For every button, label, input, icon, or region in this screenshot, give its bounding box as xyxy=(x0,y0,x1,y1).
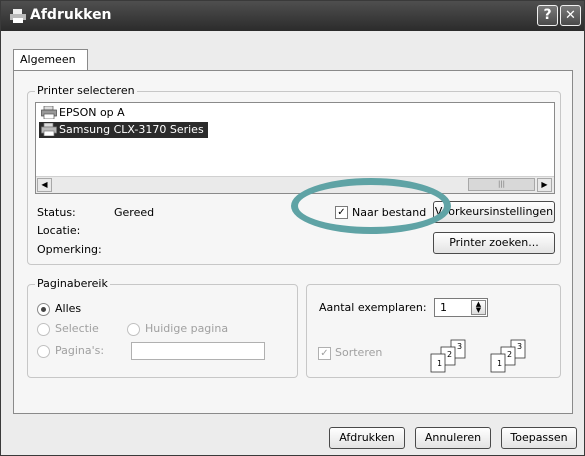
printer-icon xyxy=(41,106,57,119)
printer-item[interactable]: EPSON op A xyxy=(39,105,125,121)
status-value: Gereed xyxy=(114,206,155,219)
svg-text:2: 2 xyxy=(507,350,512,359)
copies-spinner[interactable]: 1 ▲ ▼ xyxy=(434,298,488,317)
svg-text:2: 2 xyxy=(447,350,452,359)
horizontal-scrollbar[interactable]: ◀ ||| ▶ xyxy=(36,176,554,193)
radio-current-page-label[interactable]: Huidige pagina xyxy=(145,322,228,335)
printer-list[interactable]: EPSON op A Samsung CLX-3170 Series ◀ |||… xyxy=(35,102,555,194)
collate-label[interactable]: Sorteren xyxy=(335,346,382,359)
scroll-right-button[interactable]: ▶ xyxy=(537,178,552,192)
comment-label: Opmerking: xyxy=(37,243,102,256)
copies-value[interactable]: 1 xyxy=(440,301,447,314)
radio-pages[interactable] xyxy=(37,345,50,358)
svg-text:1: 1 xyxy=(497,359,502,368)
copies-label: Aantal exemplaren: xyxy=(319,301,427,314)
tab-general-label: Algemeen xyxy=(20,53,76,66)
radio-current-page[interactable] xyxy=(127,323,140,336)
status-label: Status: xyxy=(37,206,76,219)
help-button[interactable]: ? xyxy=(537,5,558,26)
collate-pages-icon: 3 2 1 3 2 1 xyxy=(430,339,526,373)
radio-selection-label[interactable]: Selectie xyxy=(55,322,99,335)
svg-text:1: 1 xyxy=(437,359,442,368)
page-range-label: Paginabereik xyxy=(35,277,110,290)
svg-text:3: 3 xyxy=(457,342,462,351)
radio-all-label[interactable]: Alles xyxy=(55,302,81,315)
apply-button[interactable]: Toepassen xyxy=(501,427,577,449)
printer-select-label: Printer selecteren xyxy=(35,84,137,97)
title-bar[interactable]: Afdrukken ? ✕ xyxy=(1,1,584,31)
pages-input[interactable] xyxy=(131,342,265,360)
print-button[interactable]: Afdrukken xyxy=(329,427,405,449)
find-printer-button[interactable]: Printer zoeken... xyxy=(433,232,555,254)
close-button[interactable]: ✕ xyxy=(560,5,581,26)
spinner-arrows-icon[interactable]: ▲ ▼ xyxy=(471,300,486,315)
printer-name: EPSON op A xyxy=(59,106,125,119)
printer-icon xyxy=(10,9,26,23)
window-title: Afdrukken xyxy=(30,7,112,23)
scroll-left-button[interactable]: ◀ xyxy=(37,178,52,192)
svg-text:3: 3 xyxy=(517,342,522,351)
location-label: Locatie: xyxy=(37,224,81,237)
radio-pages-label[interactable]: Pagina's: xyxy=(55,344,104,357)
printer-item-selected[interactable]: Samsung CLX-3170 Series xyxy=(39,122,208,138)
preferences-button[interactable]: Voorkeursinstellingen xyxy=(433,201,555,223)
radio-all[interactable] xyxy=(37,303,50,316)
radio-selection[interactable] xyxy=(37,323,50,336)
print-dialog: Afdrukken ? ✕ Algemeen Printer selectere… xyxy=(0,0,585,456)
highlight-annotation xyxy=(291,178,451,234)
cancel-button[interactable]: Annuleren xyxy=(415,427,491,449)
printer-icon xyxy=(41,123,57,136)
scroll-thumb[interactable]: ||| xyxy=(468,178,535,191)
collate-checkbox[interactable]: ✓ xyxy=(318,347,331,360)
tab-general[interactable]: Algemeen xyxy=(13,49,88,71)
printer-name: Samsung CLX-3170 Series xyxy=(59,123,204,136)
